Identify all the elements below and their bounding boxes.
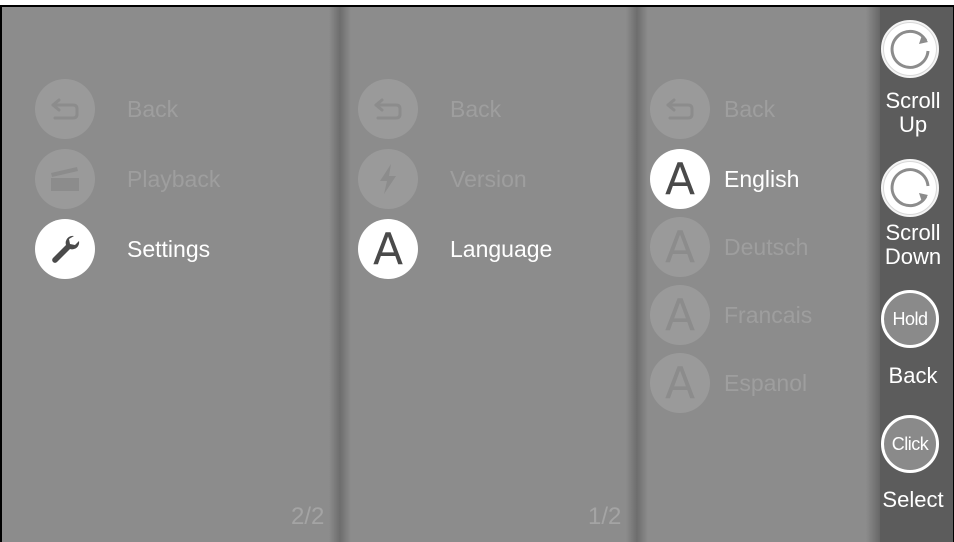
back-arrow-icon (358, 79, 418, 139)
menu-item-label: Deutsch (724, 233, 809, 260)
rotate-clockwise-icon (884, 162, 936, 214)
menu-item-settings[interactable]: Settings (35, 219, 210, 279)
select-label: Select (882, 487, 944, 512)
lightning-icon (358, 149, 418, 209)
menu-item-back[interactable]: Back (650, 79, 775, 139)
main-menu-panel: Back Playback Settings 2/2 (2, 7, 339, 542)
menu-item-english[interactable]: A English (650, 149, 799, 209)
back-arrow-icon (35, 79, 95, 139)
scroll-down-button[interactable] (881, 159, 939, 217)
page-indicator: 1/2 (588, 503, 622, 530)
page-indicator: 2/2 (291, 503, 325, 530)
scroll-up-label: Scroll Up (885, 88, 941, 137)
clapperboard-icon (35, 149, 95, 209)
menu-item-language[interactable]: A Language (358, 219, 552, 279)
menu-item-label: Back (450, 95, 502, 122)
click-button-text: Click (891, 433, 929, 454)
hold-button-text: Hold (892, 308, 928, 329)
menu-item-label: Francais (724, 301, 813, 328)
scroll-down-label: Scroll Down (884, 220, 942, 269)
hold-back-button[interactable]: Hold (881, 290, 939, 348)
menu-item-label: Back (127, 95, 179, 122)
menu-item-espanol[interactable]: A Espanol (650, 353, 807, 413)
settings-menu-panel: Back Version A Language 1/2 (339, 7, 636, 542)
menu-item-deutsch[interactable]: A Deutsch (650, 217, 808, 277)
wrench-icon (35, 219, 95, 279)
letter-a-icon: A (650, 217, 710, 277)
menu-item-francais[interactable]: A Francais (650, 285, 812, 345)
menu-item-label: Version (450, 165, 527, 192)
menu-item-label: Back (724, 95, 776, 122)
top-border (0, 0, 954, 7)
back-arrow-icon (650, 79, 710, 139)
menu-item-back[interactable]: Back (358, 79, 501, 139)
menu-item-label: Espanol (724, 369, 808, 396)
menu-item-version[interactable]: Version (358, 149, 527, 209)
rotate-counterclockwise-icon (884, 23, 936, 75)
click-select-button[interactable]: Click (881, 415, 939, 473)
letter-a-icon: A (650, 353, 710, 413)
menu-item-label: English (724, 165, 800, 192)
menu-item-label: Playback (127, 165, 221, 192)
back-label: Back (888, 363, 938, 388)
letter-a-icon: A (358, 219, 418, 279)
menu-item-label: Settings (127, 235, 211, 262)
menu-item-back[interactable]: Back (35, 79, 178, 139)
letter-a-icon: A (650, 149, 710, 209)
letter-a-icon: A (650, 285, 710, 345)
scroll-up-button[interactable] (881, 20, 939, 78)
device-screen: Back Playback Settings 2/2 Back Version … (2, 7, 953, 542)
control-bar: Scroll Up Scroll Down Hold Back Click Se… (880, 7, 953, 542)
language-menu-panel: Back A English A Deutsch A Francais A Es… (636, 7, 880, 542)
menu-item-label: Language (450, 235, 553, 262)
menu-item-playback[interactable]: Playback (35, 149, 220, 209)
